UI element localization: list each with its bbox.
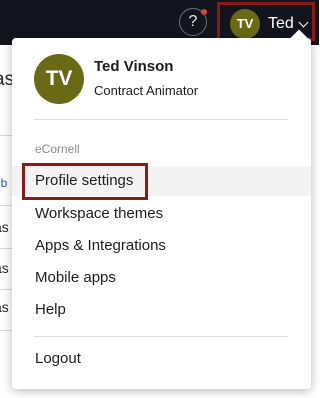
background-text: as (0, 299, 9, 315)
user-name: Ted (268, 15, 294, 32)
profile-role: Contract Animator (94, 83, 199, 98)
background-text: as (0, 219, 9, 235)
menu-item-help[interactable]: Help (12, 295, 311, 325)
divider (34, 119, 288, 120)
background-text: as (0, 260, 9, 276)
profile-name: Ted Vinson (94, 58, 174, 75)
highlight-outline (22, 163, 148, 200)
background-text: as (0, 69, 12, 90)
background-divider (0, 289, 12, 290)
menu-item-mobile-apps[interactable]: Mobile apps (12, 263, 311, 293)
background-page: as ub as as as (0, 45, 12, 398)
notification-dot (201, 9, 207, 15)
profile-avatar: TV (34, 54, 84, 104)
divider (34, 336, 288, 337)
user-dropdown-menu: TV Ted Vinson Contract Animator eCornell… (12, 29, 311, 389)
menu-item-workspace-themes[interactable]: Workspace themes (12, 199, 311, 229)
menu-item-logout[interactable]: Logout (12, 344, 311, 374)
menu-item-apps-integrations[interactable]: Apps & Integrations (12, 231, 311, 261)
background-divider (0, 205, 12, 206)
workspace-label: eCornell (35, 142, 80, 156)
chevron-down-icon (298, 17, 309, 28)
avatar: TV (230, 9, 260, 39)
background-link[interactable]: ub (0, 176, 7, 190)
background-divider (0, 135, 12, 136)
background-divider (0, 330, 12, 331)
background-divider (0, 248, 12, 249)
